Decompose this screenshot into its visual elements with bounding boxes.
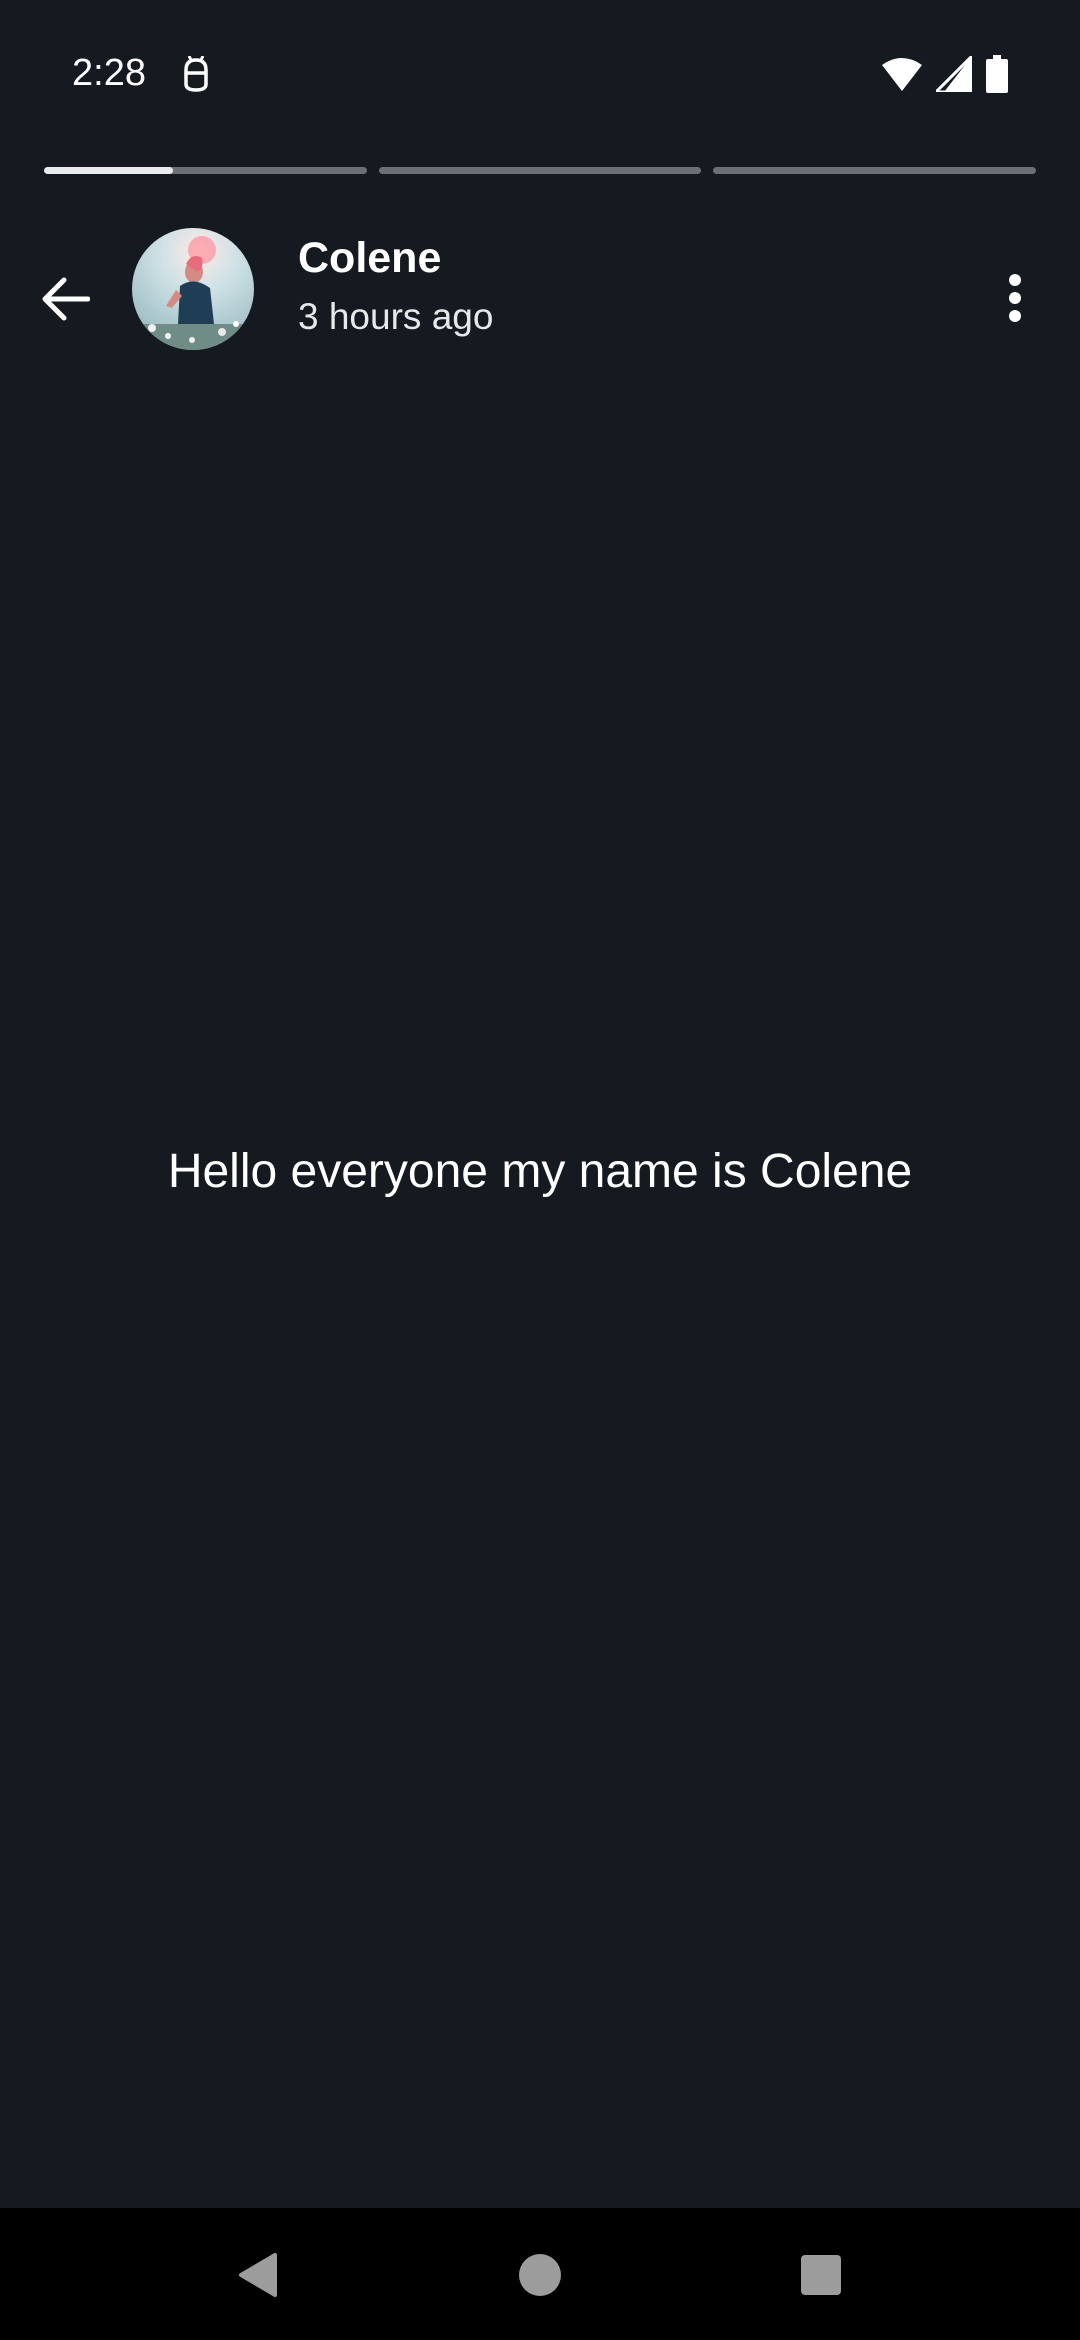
progress-segment [713,167,1037,174]
wifi-icon [882,57,922,96]
story-text: Hello everyone my name is Colene [167,1145,913,1198]
arrow-back-icon [42,277,90,321]
home-nav-button[interactable] [505,2240,575,2310]
avatar[interactable] [132,228,254,350]
story-header: Colene 3 hours ago [0,220,1080,360]
user-name[interactable]: Colene [298,234,441,283]
more-options-button[interactable] [990,260,1040,336]
home-nav-icon [519,2254,561,2296]
status-time: 2:28 [72,52,146,94]
more-vert-icon [1009,274,1021,322]
post-time: 3 hours ago [298,296,494,337]
progress-segment [44,167,367,174]
story-viewer-screen: 2:28 Colene 3 hours ago Hello everyone m… [0,0,1080,2340]
avatar-photo [132,228,254,350]
back-nav-button[interactable] [222,2240,292,2310]
battery-icon [986,54,1008,98]
recents-nav-icon [801,2255,841,2295]
signal-icon [932,51,974,97]
status-icons [882,51,1008,98]
back-button[interactable] [30,264,100,334]
progress-fill [44,167,174,174]
app-notification-icon [180,55,212,94]
story-progress [44,167,1037,175]
recents-nav-button[interactable] [786,2240,856,2310]
status-bar: 2:28 [0,0,1080,150]
navigation-bar [0,2208,1080,2340]
progress-segment [378,167,702,174]
back-nav-icon [239,2253,277,2297]
